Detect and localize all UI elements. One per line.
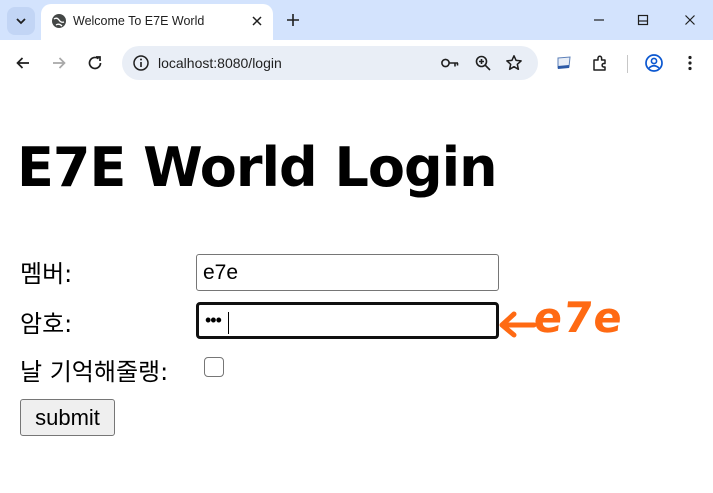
submit-button[interactable]: submit [20,399,115,436]
password-input[interactable]: ••• [196,302,499,339]
toolbar-separator [627,55,628,73]
note-icon [557,56,571,69]
text-caret [228,312,229,334]
close-icon[interactable] [249,13,265,29]
url-host: localhost [158,55,214,71]
back-arrow-icon [16,57,29,69]
annotation-text: e7e [531,293,626,342]
password-label: 암호: [20,310,73,338]
puzzle-icon [593,55,606,71]
remember-label: 날 기억해줄랭: [20,358,169,386]
tab-active[interactable]: Welcome To E7E World [41,4,273,40]
key-icon[interactable] [440,54,460,72]
page-content: E7E World Login 멤버: 암호: ••• 날 기억해줄랭: sub… [0,88,713,493]
url-path: :8080/login [213,55,282,71]
profile-icon [645,54,663,72]
password-mask: ••• [205,310,222,330]
chevron-down-icon [16,18,26,25]
forward-arrow-icon [53,57,66,69]
reload-icon [88,56,102,70]
handwritten-annotation: e7e [498,293,633,353]
page-title: E7E World Login [17,136,498,199]
minimize-icon[interactable] [592,13,606,27]
reload-button[interactable] [84,52,106,74]
remember-checkbox[interactable] [204,357,224,377]
menu-button[interactable] [679,52,701,74]
address-bar[interactable]: localhost:8080/login [122,46,538,80]
maximize-icon[interactable] [636,13,650,27]
back-button[interactable] [12,52,34,74]
extension-app-button[interactable] [553,52,575,74]
window-close-icon[interactable] [683,13,697,27]
tab-title: Welcome To E7E World [73,14,205,28]
member-input[interactable] [196,254,499,291]
extensions-button[interactable] [589,52,611,74]
star-icon[interactable] [505,54,523,72]
plus-icon[interactable] [283,10,303,30]
globe-icon [52,14,66,28]
member-label: 멤버: [20,260,73,288]
browser-chrome: Welcome To E7E World localhost:8080/logi… [0,0,713,87]
toolbar: localhost:8080/login [0,40,713,87]
kebab-menu-icon [688,55,692,71]
tab-search-button[interactable] [7,7,35,35]
zoom-icon[interactable] [474,54,492,72]
url-text: localhost:8080/login [158,55,282,71]
tab-strip: Welcome To E7E World [0,0,713,40]
info-icon[interactable] [132,54,150,72]
forward-button[interactable] [48,52,70,74]
profile-button[interactable] [643,52,665,74]
